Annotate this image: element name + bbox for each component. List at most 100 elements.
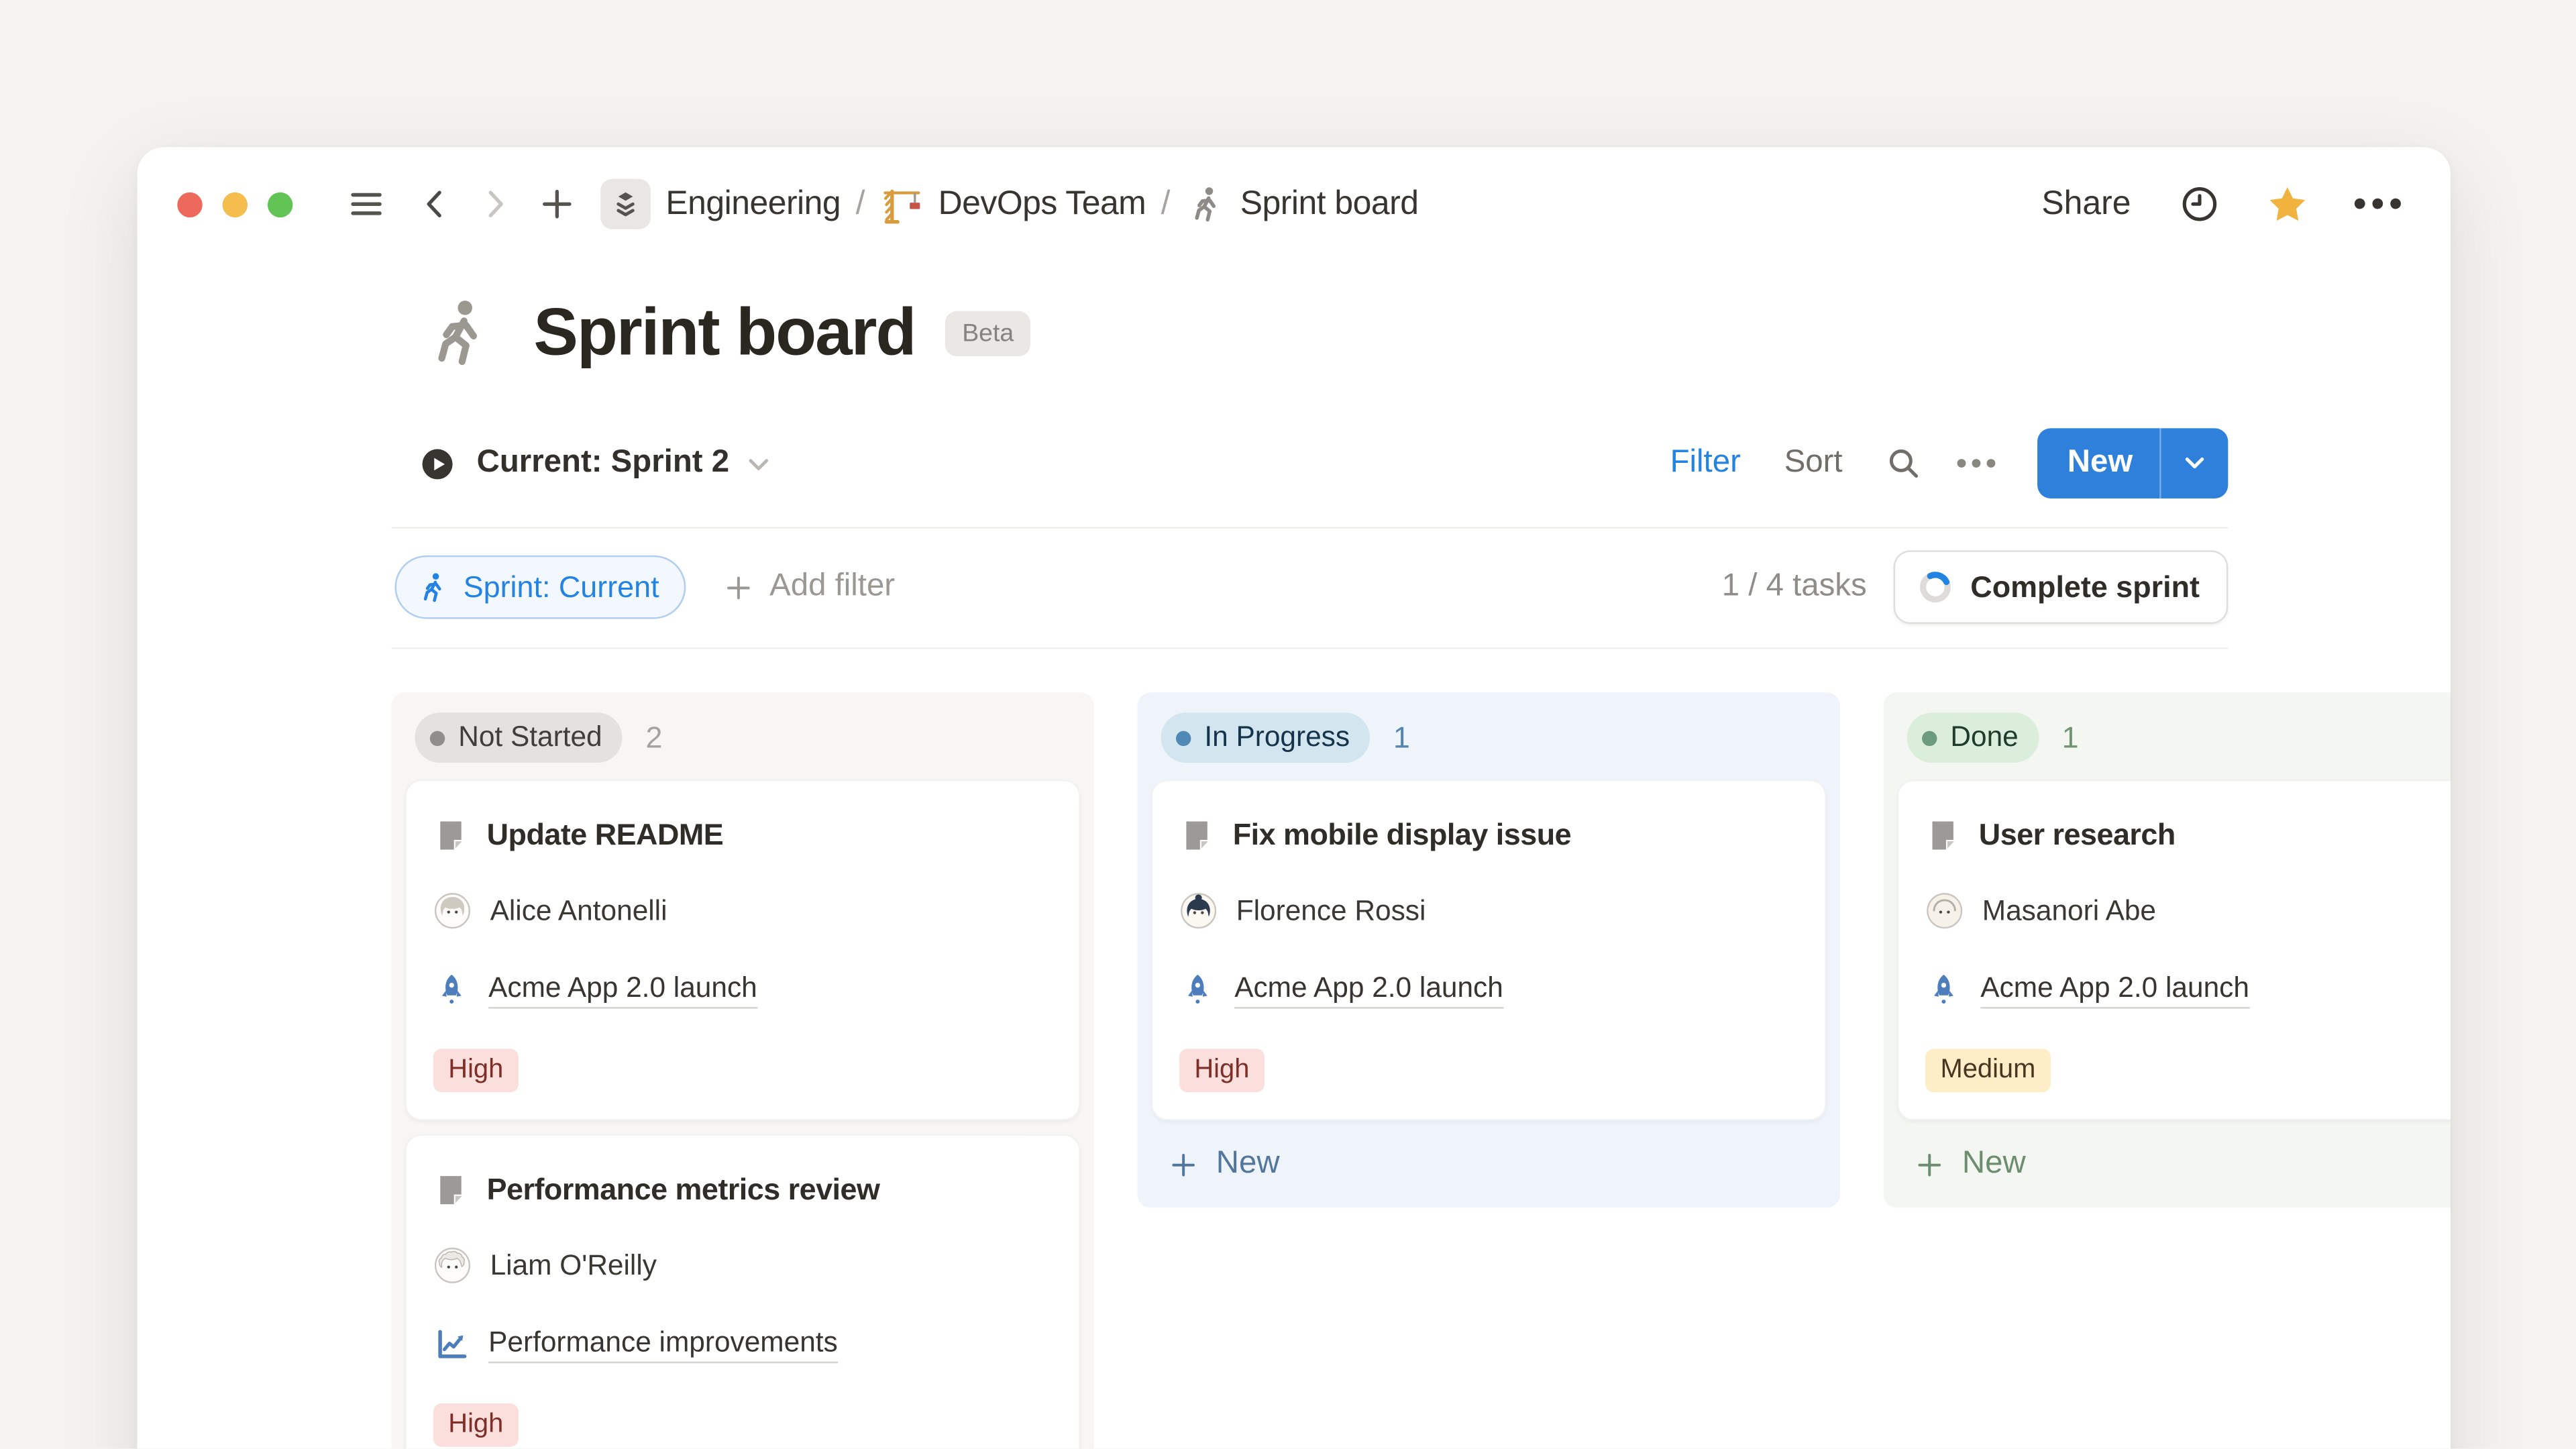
status-badge-in-progress[interactable]: In Progress xyxy=(1161,712,1370,763)
rocket-icon xyxy=(1179,972,1216,1009)
priority-badge: High xyxy=(1179,1049,1265,1092)
runner-icon xyxy=(1185,183,1226,225)
window-close-button[interactable] xyxy=(177,192,202,217)
add-card-label: New xyxy=(1216,1146,1280,1183)
task-card-user-research[interactable]: User research Masanori Abe xyxy=(1897,780,2451,1121)
sidebar-menu-icon[interactable] xyxy=(346,184,386,224)
chevron-down-icon[interactable] xyxy=(2161,450,2229,477)
forward-icon[interactable] xyxy=(477,186,514,223)
screen: Engineering / DevOps Team / Sprint board… xyxy=(0,0,2576,1449)
project-link[interactable]: Acme App 2.0 launch xyxy=(1980,972,2249,1009)
filter-button[interactable]: Filter xyxy=(1670,445,1741,482)
crane-icon xyxy=(879,182,924,227)
star-icon[interactable] xyxy=(2265,182,2310,227)
breadcrumb-separator: / xyxy=(1161,185,1170,223)
breadcrumb-item-devops-team[interactable]: DevOps Team xyxy=(938,185,1146,223)
app-window: Engineering / DevOps Team / Sprint board… xyxy=(137,147,2451,1449)
column-cards: User research Masanori Abe xyxy=(1897,780,2451,1121)
breadcrumb-item-sprint-board[interactable]: Sprint board xyxy=(1240,185,1419,223)
window-minimize-button[interactable] xyxy=(223,192,248,217)
complete-sprint-label: Complete sprint xyxy=(1970,570,2200,604)
assignee-name: Liam O'Reilly xyxy=(490,1248,657,1282)
avatar xyxy=(1925,892,1964,930)
assignee-name: Alice Antonelli xyxy=(490,894,667,928)
complete-sprint-button[interactable]: Complete sprint xyxy=(1894,550,2229,624)
breadcrumb: Engineering / DevOps Team / Sprint board xyxy=(665,182,1418,227)
task-title: Fix mobile display issue xyxy=(1233,818,1571,853)
task-title: User research xyxy=(1979,818,2176,853)
sprint-filter-chip[interactable]: Sprint: Current xyxy=(394,555,686,619)
add-filter-button[interactable]: Add filter xyxy=(722,569,895,606)
share-button[interactable]: Share xyxy=(2041,185,2131,223)
rocket-icon xyxy=(1925,972,1962,1009)
assignee-name: Masanori Abe xyxy=(1982,894,2156,928)
toolbar-divider xyxy=(391,527,2228,528)
status-label: In Progress xyxy=(1204,721,1350,755)
column-count: 1 xyxy=(2062,720,2079,755)
status-badge-done[interactable]: Done xyxy=(1907,712,2039,763)
clock-icon[interactable] xyxy=(2178,182,2221,226)
column-count: 2 xyxy=(645,720,662,755)
page-icon xyxy=(1179,818,1214,853)
task-title: Update README xyxy=(487,818,724,853)
add-card-button[interactable]: New xyxy=(1151,1134,1827,1195)
add-filter-label: Add filter xyxy=(769,569,895,606)
sprint-view-label: Current: Sprint 2 xyxy=(477,445,729,482)
status-dot-icon xyxy=(430,730,445,745)
breadcrumb-item-engineering[interactable]: Engineering xyxy=(665,185,841,223)
runner-icon[interactable] xyxy=(418,294,496,373)
board-divider xyxy=(391,647,2228,649)
status-dot-icon xyxy=(1922,730,1937,745)
column-cards: Update README Alice Antonelli xyxy=(405,780,1080,1449)
window-controls xyxy=(177,192,292,217)
task-card-performance-metrics-review[interactable]: Performance metrics review Liam O'Reilly xyxy=(405,1134,1080,1449)
view-more-icon[interactable]: ••• xyxy=(1956,446,2000,481)
new-page-plus-icon[interactable] xyxy=(537,184,577,224)
sort-button[interactable]: Sort xyxy=(1784,445,1843,482)
view-toolbar: Current: Sprint 2 Filter Sort ••• New xyxy=(418,427,2228,500)
assignee-name: Florence Rossi xyxy=(1236,894,1426,928)
runner-icon xyxy=(415,570,449,604)
breadcrumb-separator: / xyxy=(856,185,865,223)
column-header: In Progress 1 xyxy=(1161,712,1819,763)
priority-badge: High xyxy=(433,1403,519,1447)
page-icon xyxy=(433,818,468,853)
new-task-button[interactable]: New xyxy=(2037,428,2228,498)
avatar xyxy=(433,1246,472,1285)
workspace-stack-icon[interactable] xyxy=(600,179,651,229)
filter-bar: Sprint: Current Add filter 1 / 4 tasks C… xyxy=(394,553,2228,621)
task-card-fix-mobile-display-issue[interactable]: Fix mobile display issue Florence Rossi xyxy=(1151,780,1827,1121)
avatar xyxy=(1179,892,1218,930)
kanban-board: Not Started 2 Update README xyxy=(391,692,2450,1449)
project-link[interactable]: Performance improvements xyxy=(488,1326,838,1363)
project-link[interactable]: Acme App 2.0 launch xyxy=(488,972,757,1009)
sprint-view-selector[interactable]: Current: Sprint 2 xyxy=(418,444,773,482)
column-cards: Fix mobile display issue Florence Rossi xyxy=(1151,780,1827,1121)
back-icon[interactable] xyxy=(417,186,453,223)
chevron-down-icon xyxy=(744,449,772,478)
new-task-label: New xyxy=(2037,445,2159,482)
add-card-label: New xyxy=(1962,1146,2026,1183)
column-done: Done 1 User research xyxy=(1884,692,2451,1208)
search-icon[interactable] xyxy=(1882,443,1923,484)
page-body: Sprint board Beta Current: Sprint 2 Filt… xyxy=(137,294,2451,1449)
project-link[interactable]: Acme App 2.0 launch xyxy=(1234,972,1503,1009)
chart-increasing-icon xyxy=(433,1326,470,1363)
task-title: Performance metrics review xyxy=(487,1173,880,1208)
play-icon xyxy=(418,444,456,482)
progress-ring-icon xyxy=(1917,569,1954,606)
avatar xyxy=(433,892,472,930)
column-header: Not Started 2 xyxy=(415,712,1073,763)
window-zoom-button[interactable] xyxy=(268,192,292,217)
page-title: Sprint board xyxy=(533,296,915,371)
sprint-filter-label: Sprint: Current xyxy=(464,570,659,604)
more-icon[interactable]: ••• xyxy=(2353,182,2407,226)
status-dot-icon xyxy=(1176,730,1191,745)
page-icon xyxy=(433,1173,468,1208)
column-count: 1 xyxy=(1393,720,1410,755)
toolbar-actions: Filter Sort ••• New xyxy=(1670,428,2229,498)
task-card-update-readme[interactable]: Update README Alice Antonelli xyxy=(405,780,1080,1121)
status-badge-not-started[interactable]: Not Started xyxy=(415,712,622,763)
add-card-button[interactable]: New xyxy=(1897,1134,2451,1195)
status-label: Not Started xyxy=(458,721,602,755)
